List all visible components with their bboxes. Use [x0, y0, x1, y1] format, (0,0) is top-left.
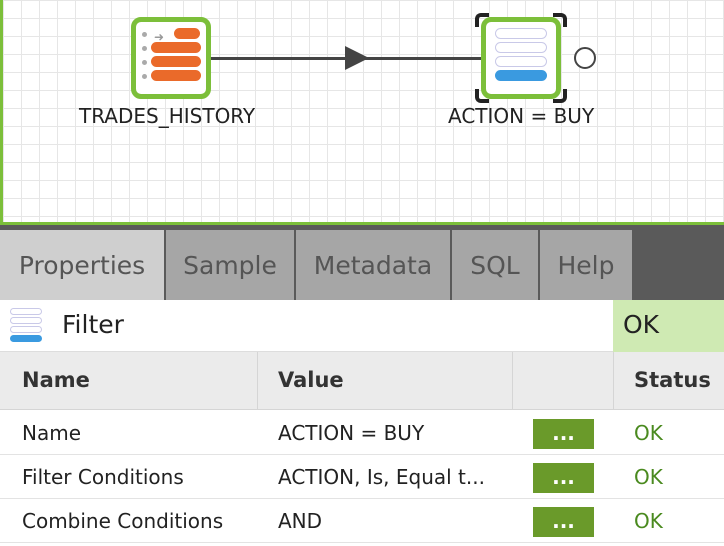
workflow-canvas[interactable]: ➜ TRADES_HISTORY ACTION = BUY	[0, 0, 724, 222]
panel-status-badge: OK	[613, 300, 724, 352]
column-header-status: Status	[634, 368, 711, 392]
tab-properties[interactable]: Properties	[0, 230, 166, 300]
panel-divider[interactable]	[0, 222, 724, 230]
tab-metadata[interactable]: Metadata	[296, 230, 452, 300]
row-name: Name	[22, 421, 82, 445]
edit-button[interactable]: ...	[533, 463, 594, 493]
row-status: OK	[634, 509, 663, 533]
properties-table-header: Name Value Status	[0, 352, 724, 410]
output-port[interactable]	[574, 47, 596, 69]
source-node[interactable]: ➜	[131, 17, 211, 99]
column-divider	[257, 352, 258, 410]
selection-corner-bl	[475, 89, 489, 103]
tab-sample[interactable]: Sample	[166, 230, 296, 300]
edit-button[interactable]: ...	[533, 419, 594, 449]
table-row[interactable]: Filter Conditions ACTION, Is, Equal t...…	[0, 455, 724, 499]
row-value: ACTION, Is, Equal t...	[278, 465, 485, 489]
row-name: Combine Conditions	[22, 509, 224, 533]
row-status: OK	[634, 421, 663, 445]
filter-node[interactable]	[481, 17, 561, 99]
panel-title: Filter	[62, 310, 124, 339]
table-row[interactable]: Name ACTION = BUY ... OK	[0, 411, 724, 455]
row-name: Filter Conditions	[22, 465, 184, 489]
selection-corner-tr	[553, 13, 567, 27]
source-node-label: TRADES_HISTORY	[79, 104, 256, 128]
panel-header: Filter OK	[0, 300, 724, 352]
selection-corner-tl	[475, 13, 489, 27]
connection-arrowhead	[345, 46, 369, 70]
row-value: ACTION = BUY	[278, 421, 425, 445]
tab-sql[interactable]: SQL	[452, 230, 540, 300]
edit-button[interactable]: ...	[533, 507, 594, 537]
row-status: OK	[634, 465, 663, 489]
table-row[interactable]: Combine Conditions AND ... OK	[0, 499, 724, 543]
tab-help[interactable]: Help	[540, 230, 634, 300]
filter-icon	[10, 308, 44, 344]
row-value: AND	[278, 509, 323, 533]
column-header-value: Value	[278, 368, 344, 392]
panel-tabs: Properties Sample Metadata SQL Help	[0, 230, 724, 300]
filter-node-label: ACTION = BUY	[448, 104, 595, 128]
column-divider	[613, 352, 614, 410]
column-divider	[512, 352, 513, 410]
selection-corner-br	[553, 89, 567, 103]
column-header-name: Name	[22, 368, 90, 392]
